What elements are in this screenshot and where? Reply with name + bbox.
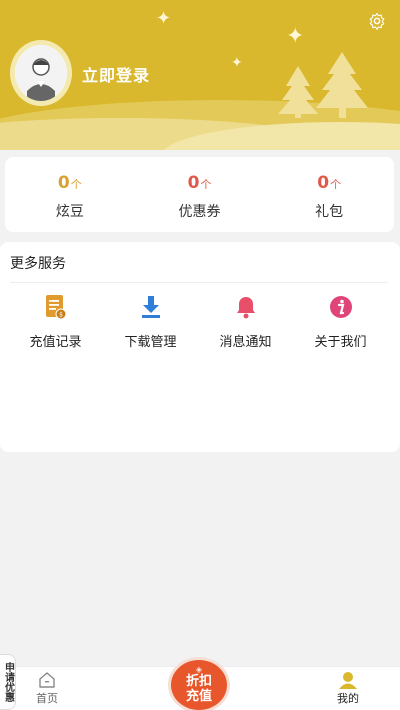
ticket-icon: ◈ — [195, 665, 203, 674]
fab-label: 折扣 充值 — [185, 674, 212, 704]
section-title: 更多服务 — [10, 256, 66, 272]
stat-gifts[interactable]: 0个 礼包 — [264, 157, 394, 232]
stat-beans[interactable]: 0个 炫豆 — [5, 157, 135, 232]
tab-mine[interactable]: 我的 — [337, 671, 359, 706]
stat-value: 0个 — [317, 173, 342, 193]
service-notifications[interactable]: 消息通知 — [198, 294, 293, 350]
sparkle-icon: ✦ — [286, 24, 305, 49]
info-icon — [328, 294, 354, 320]
download-icon — [138, 294, 164, 320]
bell-icon — [233, 294, 259, 320]
stat-value: 0个 — [187, 173, 212, 193]
stat-label: 炫豆 — [55, 204, 84, 220]
login-link[interactable]: 立即登录 — [82, 62, 150, 86]
profile-header: ✦ ✦ ✦ 立即登录 — [0, 0, 400, 150]
discount-recharge-button[interactable]: ◈ 折扣 充值 — [171, 660, 227, 710]
apply-discount-side-tab[interactable]: 申请优惠 — [0, 654, 16, 710]
services-row: $ 充值记录 下载管理 消息通知 关于我们 — [0, 294, 400, 350]
service-label: 关于我们 — [314, 335, 367, 350]
service-label: 充值记录 — [29, 335, 82, 350]
divider — [10, 282, 388, 283]
settings-gear-icon[interactable] — [368, 12, 386, 30]
svg-text:$: $ — [59, 312, 63, 319]
service-download-manager[interactable]: 下载管理 — [103, 294, 198, 350]
stats-card: 0个 炫豆 0个 优惠券 0个 礼包 — [5, 157, 394, 232]
sparkle-icon: ✦ — [231, 55, 243, 71]
service-label: 消息通知 — [219, 335, 272, 350]
tab-home[interactable]: 首页 — [36, 671, 58, 706]
service-label: 下载管理 — [124, 335, 177, 350]
tab-label: 我的 — [337, 692, 359, 705]
avatar[interactable] — [10, 40, 72, 106]
service-recharge-record[interactable]: $ 充值记录 — [8, 294, 103, 350]
user-avatar-icon — [15, 45, 67, 101]
user-icon — [339, 672, 357, 689]
recharge-record-icon: $ — [43, 294, 69, 320]
home-icon — [39, 672, 55, 688]
stat-coupons[interactable]: 0个 优惠券 — [135, 157, 265, 232]
stat-label: 礼包 — [315, 204, 344, 220]
stat-label: 优惠券 — [178, 204, 221, 220]
stat-value: 0个 — [57, 173, 82, 193]
tab-label: 首页 — [36, 692, 58, 705]
trees-decoration-icon — [278, 52, 368, 118]
service-about-us[interactable]: 关于我们 — [293, 294, 388, 350]
avatar-image — [15, 45, 67, 101]
more-services-section: 更多服务 $ 充值记录 下载管理 消息通知 关于我们 — [0, 242, 400, 452]
sparkle-icon: ✦ — [156, 8, 172, 29]
